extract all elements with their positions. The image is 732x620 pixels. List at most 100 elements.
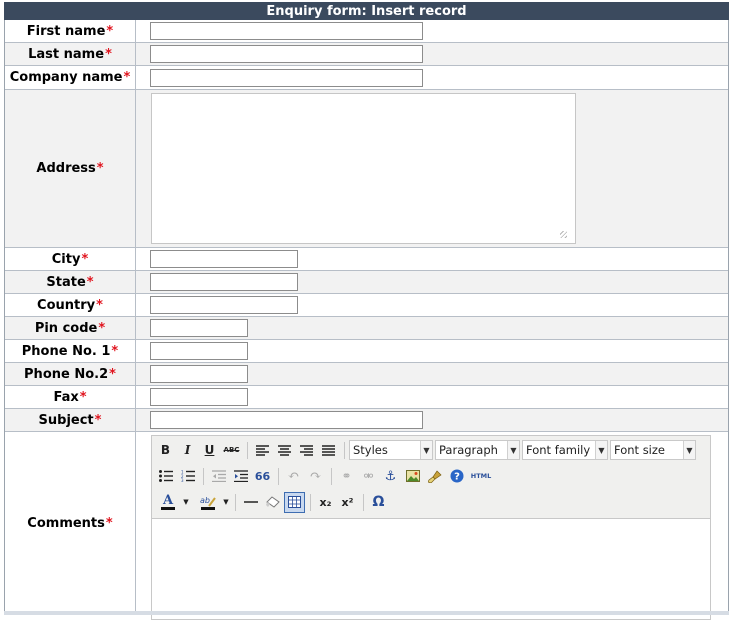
toolbar-row-2: 123 66 ↶ ↷ ⚭ ⚮ ⚓ ? HTML [155, 465, 495, 487]
label-last-name: Last name * [5, 43, 136, 65]
toolbar-separator [344, 441, 345, 459]
cleanup-brush-icon[interactable] [424, 466, 445, 487]
label-country: Country * [5, 294, 136, 316]
toolbar-separator [310, 493, 311, 511]
row-phone-2: Phone No.2 * [5, 363, 728, 386]
chevron-down-icon[interactable]: ▼ [182, 492, 190, 513]
row-address: Address * [5, 90, 728, 248]
form-title: Enquiry form: Insert record [4, 2, 729, 20]
row-country: Country * [5, 294, 728, 317]
bullet-list-icon[interactable] [155, 466, 176, 487]
row-phone-1: Phone No. 1 * [5, 340, 728, 363]
font-family-dropdown[interactable]: Font family ▼ [522, 440, 608, 460]
label-city: City * [5, 248, 136, 270]
align-left-icon[interactable] [252, 440, 273, 461]
svg-text:?: ? [454, 472, 460, 483]
label-address: Address * [5, 90, 136, 247]
align-center-icon[interactable] [274, 440, 295, 461]
required-marker: * [123, 70, 131, 85]
help-icon[interactable]: ? [446, 466, 467, 487]
subscript-button[interactable]: x₂ [315, 492, 336, 513]
row-subject: Subject * [5, 409, 728, 432]
label-comments: Comments * [5, 432, 136, 615]
strikethrough-button[interactable]: ABC [221, 440, 242, 461]
toolbar-separator [247, 441, 248, 459]
chevron-down-icon: ▼ [420, 441, 432, 459]
toolbar-separator [363, 493, 364, 511]
last-name-input[interactable] [150, 45, 423, 63]
text-color-button[interactable]: A [155, 492, 181, 513]
image-icon[interactable] [402, 466, 423, 487]
label-state: State * [5, 271, 136, 293]
html-source-button[interactable]: HTML [468, 466, 494, 487]
country-input[interactable] [150, 296, 298, 314]
label-subject: Subject * [5, 409, 136, 431]
toolbar-row-3: A ▼ ab ▼ x₂ x² Ω [155, 491, 390, 513]
label-first-name: First name * [5, 20, 136, 42]
resize-grip-icon[interactable] [560, 231, 567, 238]
label-phone-1: Phone No. 1 * [5, 340, 136, 362]
anchor-icon[interactable]: ⚓ [380, 466, 401, 487]
superscript-button[interactable]: x² [337, 492, 358, 513]
first-name-input[interactable] [150, 22, 423, 40]
svg-text:ab: ab [200, 496, 210, 505]
eraser-icon[interactable] [262, 492, 283, 513]
label-phone-2: Phone No.2 * [5, 363, 136, 385]
link-icon[interactable]: ⚭ [336, 466, 357, 487]
chevron-down-icon: ▼ [683, 441, 695, 459]
required-marker: * [96, 297, 103, 313]
highlight-color-button[interactable]: ab [195, 492, 221, 513]
bottom-border [4, 611, 729, 615]
paragraph-dropdown[interactable]: Paragraph ▼ [435, 440, 520, 460]
italic-button[interactable]: I [177, 440, 198, 461]
row-state: State * [5, 271, 728, 294]
chevron-down-icon: ▼ [595, 441, 607, 459]
table-icon[interactable] [284, 491, 305, 513]
label-company-name: Company name * [5, 66, 136, 89]
required-marker: * [94, 412, 102, 428]
pin-code-input[interactable] [150, 319, 248, 337]
phone-1-input[interactable] [150, 342, 248, 360]
row-company-name: Company name * [5, 66, 728, 90]
required-marker: * [96, 161, 104, 176]
row-comments: Comments * B I U ABC Styles ▼ Paragraph … [5, 432, 728, 620]
state-input[interactable] [150, 273, 298, 291]
numbered-list-icon[interactable]: 123 [177, 466, 198, 487]
city-input[interactable] [150, 250, 298, 268]
bold-button[interactable]: B [155, 440, 176, 461]
required-marker: * [79, 389, 87, 405]
toolbar-separator [331, 467, 332, 485]
row-fax: Fax * [5, 386, 728, 409]
phone-2-input[interactable] [150, 365, 248, 383]
horizontal-rule-icon[interactable] [240, 492, 261, 513]
fax-input[interactable] [150, 388, 248, 406]
editor-toolbar: B I U ABC Styles ▼ Paragraph ▼ Font fami… [152, 436, 710, 519]
underline-button[interactable]: U [199, 440, 220, 461]
align-justify-icon[interactable] [318, 440, 339, 461]
company-name-input[interactable] [150, 69, 423, 87]
row-pin-code: Pin code * [5, 317, 728, 340]
indent-icon[interactable] [230, 466, 251, 487]
required-marker: * [105, 516, 113, 531]
toolbar-separator [235, 493, 236, 511]
styles-dropdown[interactable]: Styles ▼ [349, 440, 433, 460]
outdent-icon[interactable] [208, 466, 229, 487]
undo-icon[interactable]: ↶ [283, 466, 304, 487]
font-size-dropdown[interactable]: Font size ▼ [610, 440, 696, 460]
address-textarea[interactable] [151, 93, 576, 244]
required-marker: * [109, 366, 116, 382]
subject-input[interactable] [150, 411, 423, 429]
redo-icon[interactable]: ↷ [305, 466, 326, 487]
comments-editor-area[interactable] [152, 519, 710, 619]
unlink-icon[interactable]: ⚮ [358, 466, 379, 487]
required-marker: * [98, 320, 106, 336]
blockquote-icon[interactable]: 66 [252, 466, 273, 487]
chevron-down-icon[interactable]: ▼ [222, 492, 230, 513]
special-character-button[interactable]: Ω [368, 492, 389, 513]
required-marker: * [106, 23, 114, 39]
align-right-icon[interactable] [296, 440, 317, 461]
label-pin-code: Pin code * [5, 317, 136, 339]
required-marker: * [86, 274, 94, 290]
toolbar-separator [203, 467, 204, 485]
toolbar-separator [278, 467, 279, 485]
